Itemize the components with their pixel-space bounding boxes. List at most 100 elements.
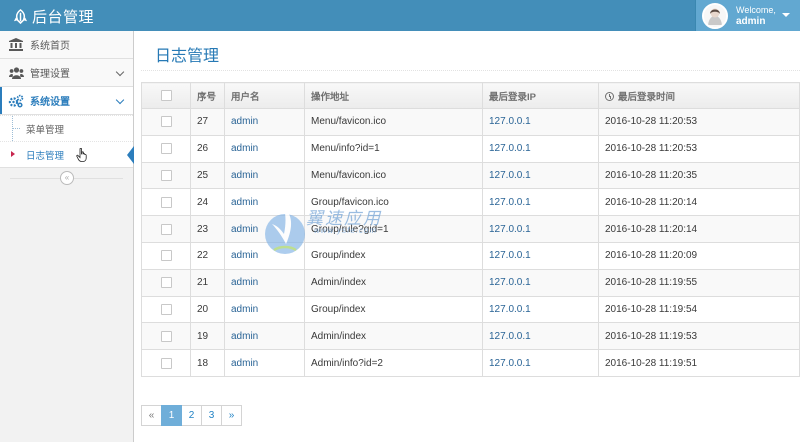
table-row: 19 admin Admin/index 127.0.0.1 2016-10-28 11… xyxy=(141,322,800,351)
page-button[interactable]: 3 xyxy=(201,405,222,426)
watermark-url: www.ysfe.com xyxy=(314,226,378,235)
ip-link[interactable]: 127.0.0.1 xyxy=(489,358,531,369)
caret-down-icon xyxy=(782,13,790,17)
cell-ip: 127.0.0.1 xyxy=(482,241,599,270)
cell-time: 2016-10-28 11:20:53 xyxy=(598,134,800,163)
select-all-cell xyxy=(141,82,191,109)
ip-link[interactable]: 127.0.0.1 xyxy=(489,224,531,235)
row-checkbox[interactable] xyxy=(160,330,172,342)
column-header[interactable]: 序号 xyxy=(190,82,225,109)
row-checkbox[interactable] xyxy=(160,303,172,315)
select-cell xyxy=(141,134,191,163)
ip-link[interactable]: 127.0.0.1 xyxy=(489,304,531,315)
table-row: 27 admin Menu/favicon.ico 127.0.0.1 2016-10-… xyxy=(141,108,800,136)
table-row: 20 admin Group/index 127.0.0.1 2016-10-28 11… xyxy=(141,295,800,324)
row-checkbox[interactable] xyxy=(160,196,172,208)
submenu-item-log-management[interactable]: 日志管理 xyxy=(0,141,134,167)
table-row: 24 admin Group/favicon.ico 127.0.0.1 2016-10… xyxy=(141,188,800,217)
submenu-item-menu-management[interactable]: 菜单管理 xyxy=(0,115,133,141)
top-navbar: 后台管理 Welcome, admin xyxy=(0,0,800,31)
user-link[interactable]: admin xyxy=(231,277,258,288)
cell-time: 2016-10-28 11:20:09 xyxy=(598,241,800,270)
cell-time: 2016-10-28 11:20:14 xyxy=(598,215,800,243)
cell-user: admin xyxy=(224,295,305,324)
cell-ip: 127.0.0.1 xyxy=(482,134,599,163)
select-cell xyxy=(141,215,191,243)
select-all-checkbox[interactable] xyxy=(160,89,172,101)
cell-user: admin xyxy=(224,134,305,163)
cell-id: 19 xyxy=(190,322,225,351)
cell-ip: 127.0.0.1 xyxy=(482,161,599,190)
column-header[interactable]: 用户名 xyxy=(224,82,305,109)
user-link[interactable]: admin xyxy=(231,116,258,127)
row-checkbox[interactable] xyxy=(160,357,172,369)
cell-id: 23 xyxy=(190,215,225,243)
select-cell xyxy=(141,161,191,190)
cell-id: 26 xyxy=(190,134,225,163)
user-link[interactable]: admin xyxy=(231,304,258,315)
cell-time: 2016-10-28 11:19:53 xyxy=(598,322,800,351)
ip-link[interactable]: 127.0.0.1 xyxy=(489,331,531,342)
user-link[interactable]: admin xyxy=(231,331,258,342)
user-link[interactable]: admin xyxy=(231,143,258,154)
ip-link[interactable]: 127.0.0.1 xyxy=(489,170,531,181)
next-page-button[interactable]: » xyxy=(221,405,242,426)
ip-link[interactable]: 127.0.0.1 xyxy=(489,197,531,208)
user-link[interactable]: admin xyxy=(231,358,258,369)
cell-ip: 127.0.0.1 xyxy=(482,215,599,243)
users-icon xyxy=(8,66,24,80)
sidebar-item-label: 系统首页 xyxy=(30,41,70,52)
table-row: 21 admin Admin/index 127.0.0.1 2016-10-28 11… xyxy=(141,268,800,297)
row-checkbox[interactable] xyxy=(160,143,172,155)
brand[interactable]: 后台管理 xyxy=(12,5,94,27)
collapse-sidebar-button[interactable]: « xyxy=(60,171,74,185)
cell-user: admin xyxy=(224,349,305,377)
table-row: 26 admin Menu/info?id=1 127.0.0.1 2016-10-28… xyxy=(141,134,800,163)
row-checkbox[interactable] xyxy=(160,116,172,128)
ip-link[interactable]: 127.0.0.1 xyxy=(489,143,531,154)
table-header-row: 序号 用户名 操作地址 最后登录IP 最后登录时间 xyxy=(141,82,800,109)
ip-link[interactable]: 127.0.0.1 xyxy=(489,116,531,127)
page-button[interactable]: 1 xyxy=(161,405,182,426)
ip-link[interactable]: 127.0.0.1 xyxy=(489,250,531,261)
clock-icon xyxy=(605,91,614,101)
cogs-icon xyxy=(8,94,24,108)
cell-action: Group/index xyxy=(304,295,483,324)
column-header-time[interactable]: 最后登录时间 xyxy=(598,82,800,109)
app-title: 后台管理 xyxy=(32,8,95,26)
row-checkbox[interactable] xyxy=(160,277,172,289)
welcome-text: Welcome, xyxy=(736,4,776,15)
table-row: 18 admin Admin/info?id=2 127.0.0.1 2016-10-2… xyxy=(141,349,800,377)
select-cell xyxy=(141,108,191,136)
user-menu[interactable]: Welcome, admin xyxy=(695,0,800,31)
cell-ip: 127.0.0.1 xyxy=(482,322,599,351)
page-title: 日志管理 xyxy=(155,48,220,65)
column-header[interactable]: 操作地址 xyxy=(304,82,483,109)
user-link[interactable]: admin xyxy=(231,224,258,235)
sidebar-item-management[interactable]: 管理设置 xyxy=(0,59,133,87)
row-checkbox[interactable] xyxy=(160,223,172,235)
row-checkbox[interactable] xyxy=(160,169,172,181)
cell-user: admin xyxy=(224,108,305,136)
cell-ip: 127.0.0.1 xyxy=(482,268,599,297)
column-header[interactable]: 最后登录IP xyxy=(482,82,599,109)
user-link[interactable]: admin xyxy=(231,170,258,181)
prev-page-button[interactable]: « xyxy=(141,405,162,426)
user-link[interactable]: admin xyxy=(231,250,258,261)
cell-user: admin xyxy=(224,161,305,190)
user-link[interactable]: admin xyxy=(231,197,258,208)
column-header-label: 最后登录时间 xyxy=(618,91,676,103)
page-button[interactable]: 2 xyxy=(181,405,202,426)
cell-user: admin xyxy=(224,322,305,351)
sidebar-item-label: 管理设置 xyxy=(30,69,70,80)
sidebar-item-system-settings[interactable]: 系统设置 xyxy=(0,87,133,115)
cell-id: 24 xyxy=(190,188,225,217)
user-greeting: Welcome, admin xyxy=(736,5,776,27)
row-checkbox[interactable] xyxy=(160,250,172,262)
select-cell xyxy=(141,241,191,270)
select-cell xyxy=(141,349,191,377)
ip-link[interactable]: 127.0.0.1 xyxy=(489,277,531,288)
cell-ip: 127.0.0.1 xyxy=(482,188,599,217)
sidebar-item-home[interactable]: 系统首页 xyxy=(0,31,133,59)
select-cell xyxy=(141,295,191,324)
